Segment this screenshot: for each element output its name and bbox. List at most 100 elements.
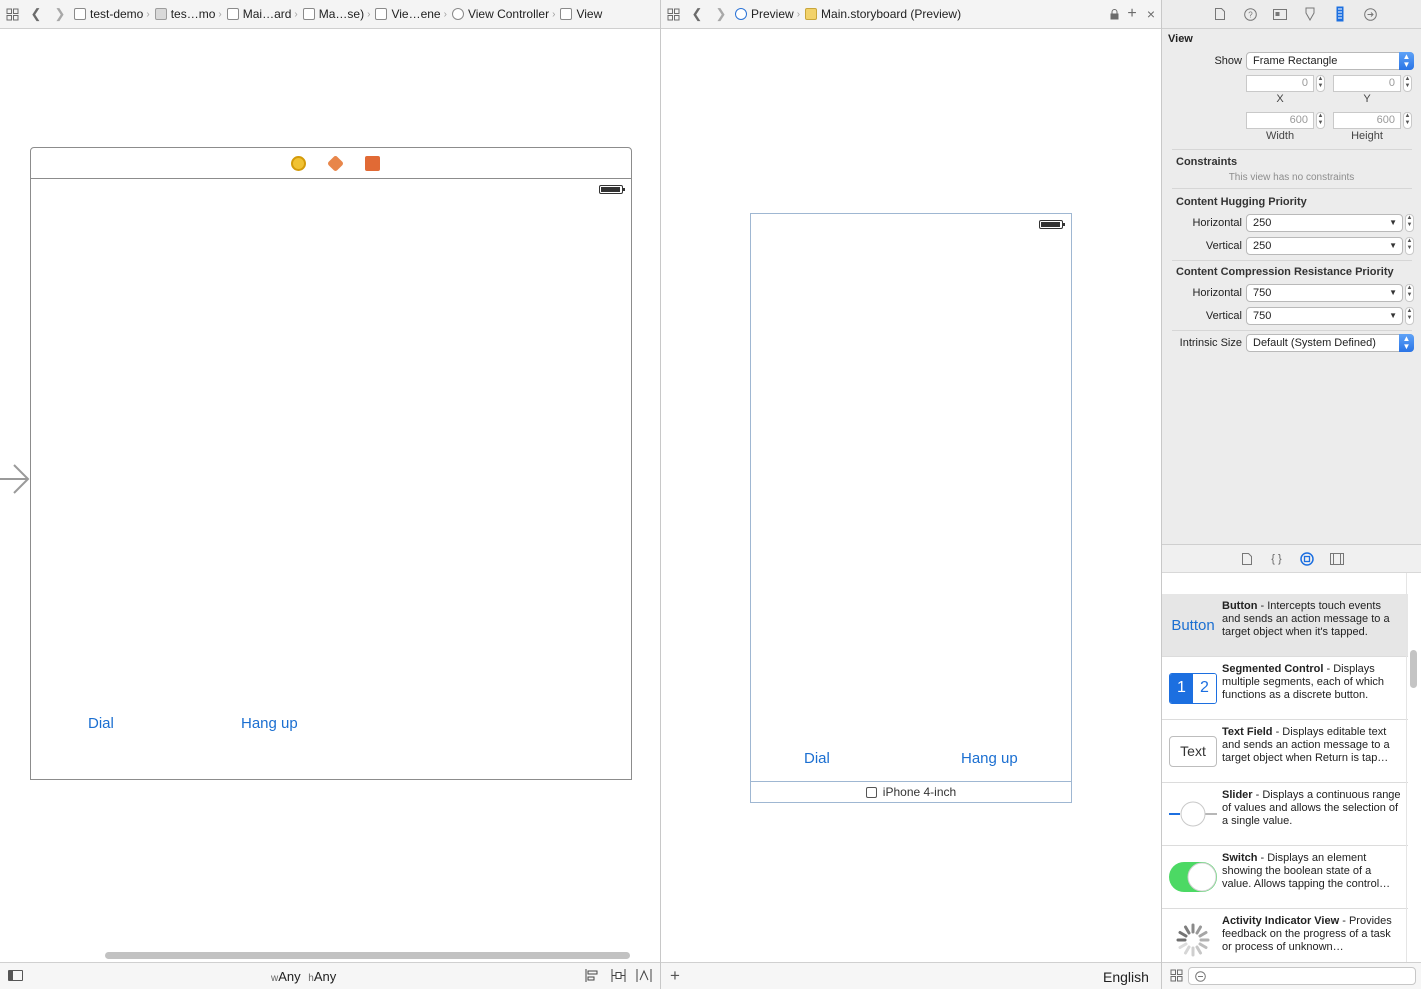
- filter-icon: [1195, 971, 1206, 982]
- crumb-separator-icon: ›: [443, 8, 447, 20]
- related-items-icon[interactable]: [0, 2, 24, 26]
- back-chevron-icon[interactable]: ❮: [24, 2, 48, 26]
- preview-hang-up-button: Hang up: [961, 750, 1018, 767]
- hugging-vertical-stepper[interactable]: ▲ ▼: [1405, 237, 1414, 255]
- media-library-icon[interactable]: [1329, 551, 1345, 567]
- rotate-device-icon[interactable]: [865, 786, 877, 798]
- library-vertical-scrollbar[interactable]: [1410, 650, 1417, 688]
- library-item-slider[interactable]: Slider - Displays a continuous range of …: [1162, 783, 1408, 846]
- x-field[interactable]: 0: [1246, 75, 1314, 92]
- stack-icon[interactable]: [585, 969, 599, 985]
- crumb-scene[interactable]: Vie…ene: [375, 7, 441, 21]
- forward-chevron-icon[interactable]: ❯: [48, 2, 72, 26]
- library-item-activity-indicator[interactable]: Activity Indicator View - Provides feedb…: [1162, 909, 1408, 962]
- canvas-horizontal-scrollbar[interactable]: [105, 952, 630, 959]
- first-responder-dock-icon[interactable]: [326, 154, 344, 172]
- y-field[interactable]: 0: [1333, 75, 1401, 92]
- compression-horizontal-popup[interactable]: 750 ▼: [1246, 284, 1403, 302]
- crumb-separator-icon: ›: [796, 8, 801, 20]
- compression-vertical-stepper[interactable]: ▲ ▼: [1405, 307, 1414, 325]
- storyboard-file-icon: [226, 8, 239, 20]
- crumb-preview[interactable]: Preview: [735, 7, 794, 21]
- size-inspector-icon[interactable]: [1328, 2, 1352, 26]
- attributes-inspector-icon[interactable]: [1298, 2, 1322, 26]
- view-controller-dock-icon[interactable]: [290, 155, 306, 171]
- project-icon: [74, 8, 86, 20]
- dial-button[interactable]: Dial: [88, 715, 114, 732]
- battery-icon: [599, 185, 625, 194]
- library-item-switch[interactable]: Switch - Displays an element showing the…: [1162, 846, 1408, 909]
- compression-horizontal-stepper[interactable]: ▲ ▼: [1405, 284, 1414, 302]
- library-scroll-track: [1406, 573, 1407, 962]
- resolve-auto-layout-icon[interactable]: [636, 969, 652, 985]
- document-outline-toggle-icon[interactable]: [8, 970, 23, 981]
- size-class-control[interactable]: wAny hAny: [271, 969, 336, 984]
- crumb-preview-storyboard[interactable]: Main.storyboard (Preview): [805, 7, 961, 21]
- view-controller-icon: [451, 8, 464, 20]
- inspector-selector-bar: ?: [1162, 0, 1421, 29]
- crumb-view[interactable]: View: [560, 7, 602, 21]
- crumb-storyboard-base[interactable]: Ma…se): [302, 7, 364, 21]
- add-editor-icon[interactable]: +: [1123, 2, 1141, 26]
- close-editor-icon[interactable]: ×: [1141, 2, 1161, 26]
- height-stepper[interactable]: ▲ ▼: [1403, 112, 1412, 129]
- x-stepper[interactable]: ▲ ▼: [1316, 75, 1325, 92]
- editor-divider[interactable]: [660, 0, 661, 989]
- show-popup[interactable]: Frame Rectangle ▲ ▼: [1246, 52, 1414, 70]
- library-item-segmented-control[interactable]: 1 2 Segmented Control - Displays multipl…: [1162, 657, 1408, 720]
- crumb-storyboard[interactable]: Mai…ard: [226, 7, 291, 21]
- preview-icon: [735, 8, 747, 20]
- exit-dock-icon[interactable]: [364, 155, 380, 171]
- connections-inspector-icon[interactable]: [1358, 2, 1382, 26]
- canvas-bottom-bar: wAny hAny: [0, 962, 660, 989]
- constraints-header: Constraints: [1176, 156, 1238, 168]
- pin-icon[interactable]: [611, 969, 626, 985]
- crumb-group[interactable]: tes…mo: [154, 7, 215, 21]
- library-item-text-field[interactable]: Text Text Field - Displays editable text…: [1162, 720, 1408, 783]
- language-selector[interactable]: English: [1103, 969, 1149, 985]
- hugging-header: Content Hugging Priority: [1176, 196, 1307, 208]
- hugging-horizontal-popup[interactable]: 250 ▼: [1246, 214, 1403, 232]
- lock-icon[interactable]: [1105, 2, 1123, 26]
- compression-header: Content Compression Resistance Priority: [1176, 266, 1394, 278]
- library-item-button[interactable]: Button Button - Intercepts touch events …: [1162, 594, 1408, 657]
- hugging-horizontal-stepper[interactable]: ▲ ▼: [1405, 214, 1414, 232]
- compression-vertical-popup[interactable]: 750 ▼: [1246, 307, 1403, 325]
- crumb-separator-icon: ›: [552, 8, 556, 20]
- device-footer[interactable]: iPhone 4-inch: [751, 781, 1071, 802]
- file-inspector-icon[interactable]: [1208, 2, 1232, 26]
- text-field-preview-icon: Text: [1168, 734, 1218, 768]
- quick-help-icon[interactable]: ?: [1238, 2, 1262, 26]
- add-preview-device-icon[interactable]: +: [670, 966, 680, 986]
- identity-inspector-icon[interactable]: [1268, 2, 1292, 26]
- width-stepper[interactable]: ▲ ▼: [1316, 112, 1325, 129]
- object-library-icon[interactable]: [1299, 551, 1315, 567]
- library-filter-field[interactable]: [1188, 967, 1416, 985]
- file-template-library-icon[interactable]: [1239, 551, 1255, 567]
- view-controller-scene[interactable]: Dial Hang up: [30, 147, 632, 780]
- popup-arrows-icon: ▲ ▼: [1399, 52, 1414, 70]
- library-grid-toggle-icon[interactable]: [1170, 969, 1183, 985]
- slider-preview-icon: [1168, 797, 1218, 831]
- divider: [1172, 330, 1412, 331]
- compression-vertical-label: Vertical: [1205, 310, 1242, 322]
- crumb-project[interactable]: test-demo: [74, 7, 143, 21]
- scene-icon: [375, 8, 388, 20]
- crumb-separator-icon: ›: [218, 8, 222, 20]
- forward-chevron-icon[interactable]: ❯: [709, 2, 733, 26]
- compression-horizontal-label: Horizontal: [1192, 287, 1242, 299]
- hang-up-button[interactable]: Hang up: [241, 715, 298, 732]
- back-chevron-icon[interactable]: ❮: [685, 2, 709, 26]
- view-icon: [560, 8, 573, 20]
- code-snippet-library-icon[interactable]: { }: [1269, 551, 1285, 567]
- hugging-vertical-popup[interactable]: 250 ▼: [1246, 237, 1403, 255]
- button-preview-icon: Button: [1171, 616, 1215, 634]
- width-field[interactable]: 600: [1246, 112, 1314, 129]
- hugging-vertical-label: Vertical: [1205, 240, 1242, 252]
- intrinsic-size-popup[interactable]: Default (System Defined) ▲ ▼: [1246, 334, 1414, 352]
- crumb-view-controller[interactable]: View Controller: [451, 7, 549, 21]
- height-caption: Height: [1351, 130, 1383, 142]
- related-items-icon[interactable]: [661, 2, 685, 26]
- height-field[interactable]: 600: [1333, 112, 1401, 129]
- y-stepper[interactable]: ▲ ▼: [1403, 75, 1412, 92]
